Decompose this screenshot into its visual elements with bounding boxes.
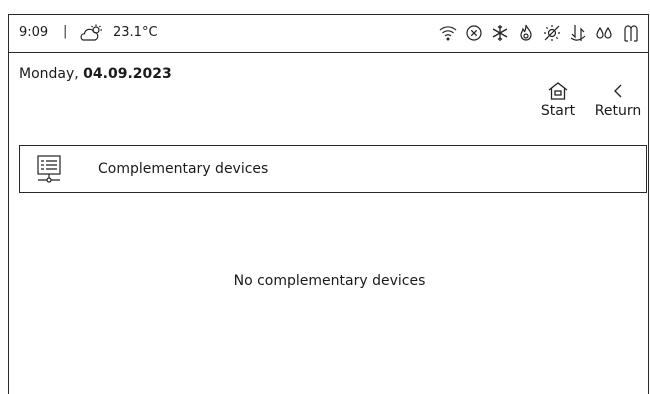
return-button[interactable]: Return	[589, 81, 647, 119]
hot-water-tap-icon	[624, 25, 638, 42]
alarm-x-icon	[466, 25, 482, 41]
complementary-devices-header: Complementary devices	[19, 145, 647, 193]
partly-sunny-icon	[80, 24, 102, 41]
empty-state-message: No complementary devices	[233, 273, 426, 289]
start-button-label: Start	[540, 103, 576, 119]
status-icons	[438, 23, 640, 43]
return-button-label: Return	[594, 103, 642, 119]
snowflake-icon	[492, 25, 508, 41]
home-icon	[548, 82, 568, 100]
heat-pump-icon	[570, 25, 586, 41]
status-bar: 9:09 | 23.1°C	[9, 15, 648, 53]
section-title: Complementary devices	[98, 161, 269, 177]
status-temperature: 23.1°C	[113, 25, 158, 40]
weekday-label: Monday,	[19, 66, 84, 82]
date-display: Monday, 04.09.2023	[19, 66, 172, 82]
chevron-left-icon	[614, 84, 622, 98]
status-time: 9:09	[19, 25, 49, 40]
start-button[interactable]: Start	[534, 81, 582, 119]
sun-off-icon	[544, 25, 560, 41]
date-value: 04.09.2023	[83, 66, 172, 82]
app-frame: 9:09 | 23.1°C Monday, 04.09.2023 Start R…	[8, 14, 649, 394]
flame-icon	[520, 24, 532, 41]
wifi-icon	[439, 26, 457, 41]
water-drops-icon	[596, 26, 612, 39]
status-separator: |	[63, 24, 68, 39]
device-list-icon	[37, 155, 61, 183]
